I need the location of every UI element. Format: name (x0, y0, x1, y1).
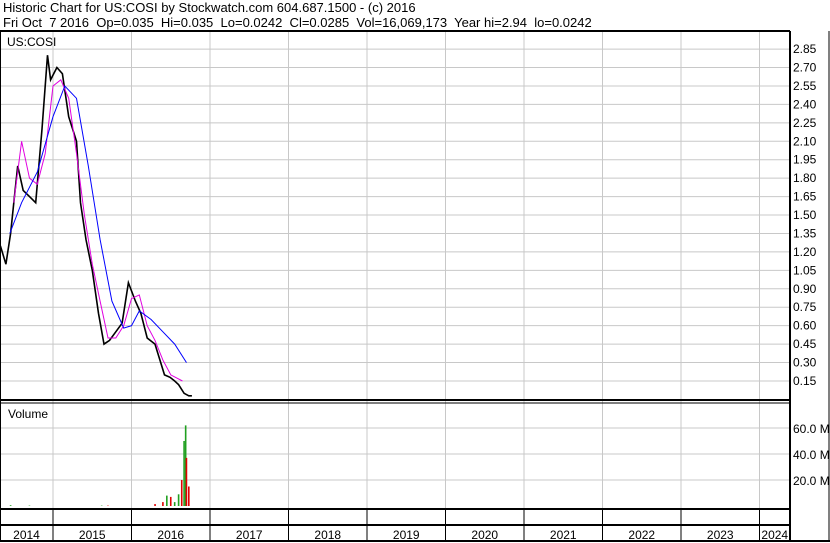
price-tick-label: 1.50 (793, 208, 817, 222)
volume-bar (162, 502, 164, 506)
long-ma-line (9, 85, 187, 363)
price-tick-label: 2.25 (793, 116, 817, 130)
volume-tick-label: 60.0 M (793, 422, 830, 436)
year-label: 2016 (157, 528, 184, 542)
year-label: 2021 (550, 528, 577, 542)
year-label: 2019 (393, 528, 420, 542)
volume-bar (166, 495, 168, 506)
price-tick-label: 2.55 (793, 79, 817, 93)
price-tick-label: 2.10 (793, 134, 817, 148)
price-tick-label: 2.85 (793, 42, 817, 56)
volume-bar (183, 441, 185, 506)
price-tick-label: 0.15 (793, 374, 817, 388)
volume-bar (188, 486, 190, 506)
price-tick-label: 1.20 (793, 245, 817, 259)
year-label: 2024 (761, 528, 788, 542)
volume-tick-label: 40.0 M (793, 448, 830, 462)
price-tick-label: 2.40 (793, 97, 817, 111)
price-tick-label: 1.65 (793, 190, 817, 204)
year-label: 2023 (707, 528, 734, 542)
price-tick-label: 0.90 (793, 282, 817, 296)
price-tick-label: 2.70 (793, 61, 817, 75)
price-tick-label: 0.60 (793, 319, 817, 333)
year-label: 2015 (79, 528, 106, 542)
price-tick-label: 1.35 (793, 226, 817, 240)
volume-bar (185, 457, 188, 506)
volume-bar (177, 494, 180, 506)
price-tick-label: 0.45 (793, 337, 817, 351)
symbol-label: US:COSI (7, 35, 56, 49)
stock-chart: 2.85 2.70 2.55 2.40 2.25 2.10 1.95 1.80 1.65 1.50… (0, 30, 830, 542)
price-line (0, 55, 192, 397)
volume-tick-label: 20.0 M (793, 474, 830, 488)
price-tick-label: 1.05 (793, 263, 817, 277)
volume-label: Volume (8, 407, 48, 421)
volume-bar (154, 504, 156, 506)
year-label: 2014 (13, 528, 40, 542)
price-tick-label: 0.30 (793, 356, 817, 370)
price-tick-label: 1.95 (793, 153, 817, 167)
year-label: 2022 (628, 528, 655, 542)
year-label: 2017 (236, 528, 263, 542)
volume-bar (173, 502, 176, 506)
price-tick-label: 1.80 (793, 171, 817, 185)
volume-bar (169, 496, 172, 506)
year-label: 2018 (314, 528, 341, 542)
price-tick-label: 0.75 (793, 300, 817, 314)
year-label: 2020 (471, 528, 498, 542)
volume-bar (180, 480, 183, 506)
volume-bar (9, 505, 12, 506)
